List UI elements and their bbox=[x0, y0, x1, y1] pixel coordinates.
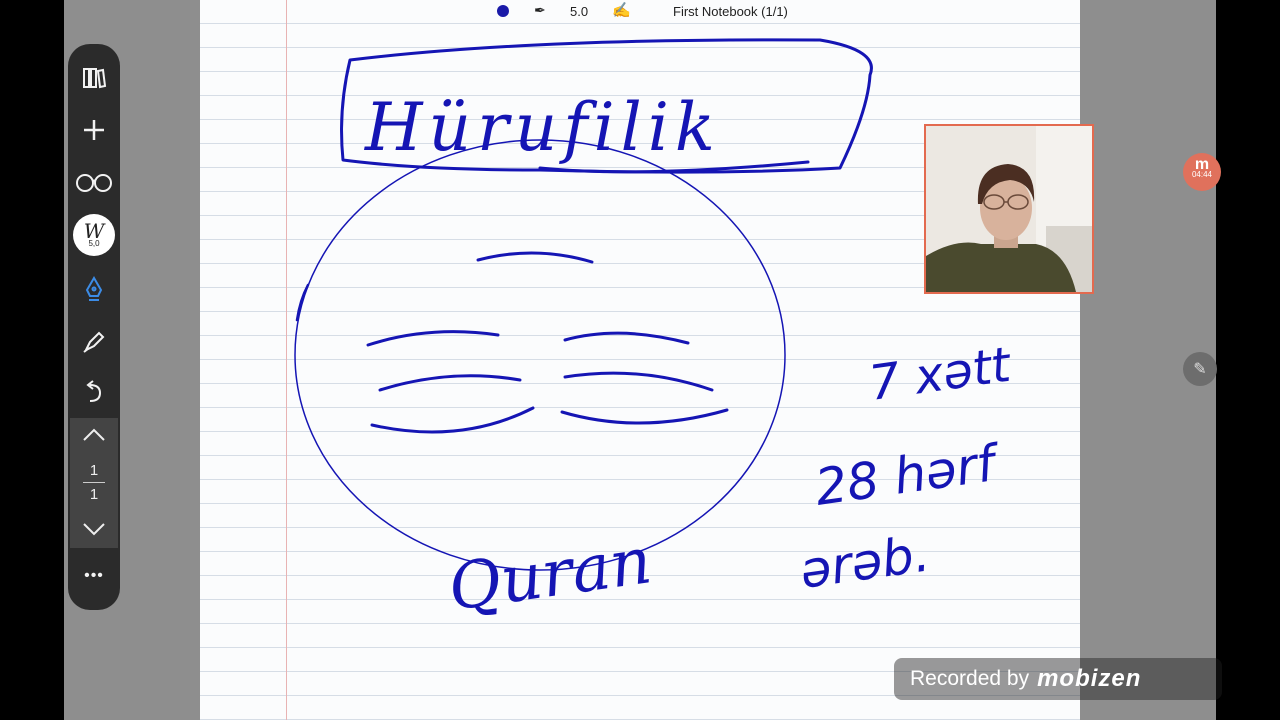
book-stroke-right-1 bbox=[563, 331, 690, 345]
book-stroke-top bbox=[476, 251, 594, 264]
recorder-watermark: Recorded by mobizen bbox=[894, 658, 1222, 700]
page-divider bbox=[83, 482, 105, 483]
webcam-overlay[interactable] bbox=[924, 124, 1094, 294]
chevron-down-icon[interactable] bbox=[70, 518, 118, 544]
pencil-icon[interactable]: ✎ bbox=[1183, 352, 1217, 386]
recorder-bubble[interactable]: m 04:44 bbox=[1183, 153, 1221, 191]
more-icon[interactable]: ••• bbox=[68, 556, 120, 596]
note-line-2: 28 hərf bbox=[812, 433, 1005, 516]
pen-tool-size: 5,0 bbox=[88, 239, 100, 248]
page-navigator: 1 1 bbox=[70, 418, 118, 548]
recording-timer: 04:44 bbox=[1191, 170, 1213, 179]
fountain-pen-icon[interactable] bbox=[68, 269, 120, 309]
book-stroke-left-1 bbox=[366, 330, 500, 347]
book-stroke-right-2 bbox=[563, 371, 714, 392]
book-circle-stroke bbox=[294, 139, 786, 571]
glasses-icon[interactable] bbox=[68, 162, 120, 202]
book-stroke-left-3 bbox=[370, 406, 535, 434]
page-total: 1 bbox=[89, 486, 99, 503]
presenter-video bbox=[926, 126, 1092, 292]
left-toolbar: W 5,0 1 1 ••• bbox=[68, 44, 120, 610]
undo-icon[interactable] bbox=[68, 372, 120, 412]
pen-tool-icon[interactable]: W 5,0 bbox=[73, 214, 115, 256]
plus-icon[interactable] bbox=[68, 110, 120, 150]
library-icon[interactable] bbox=[68, 58, 120, 98]
chevron-up-icon[interactable] bbox=[70, 424, 118, 450]
note-line-1: 7 xətt bbox=[866, 336, 1016, 411]
book-label-handwriting: Quran bbox=[444, 524, 656, 626]
note-line-3: ərəb. bbox=[797, 524, 934, 599]
watermark-label: Recorded by bbox=[910, 667, 1030, 690]
book-stroke-right-3 bbox=[560, 408, 729, 425]
handwriting-canvas: Hürufilik Quran 7 xətt 28 hərf ərəb. bbox=[294, 38, 1016, 626]
highlighter-icon[interactable] bbox=[68, 321, 120, 361]
page-current: 1 bbox=[89, 462, 99, 479]
title-handwriting: Hürufilik bbox=[364, 89, 721, 166]
watermark-brand: mobizen bbox=[1037, 665, 1142, 692]
book-stroke-left-2 bbox=[378, 374, 522, 392]
